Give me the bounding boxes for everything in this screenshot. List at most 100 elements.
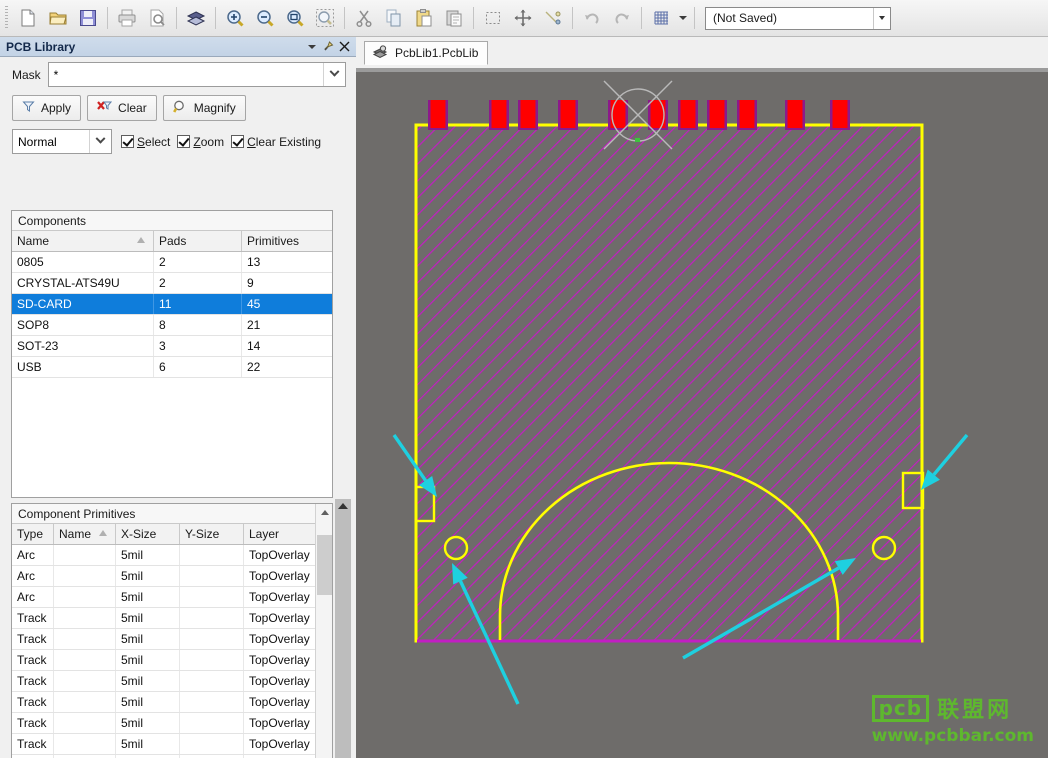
cell-xsize: 5mil: [116, 671, 180, 691]
panel-title-bar: PCB Library: [0, 37, 356, 57]
panel-pin-icon[interactable]: [320, 39, 336, 55]
panel-menu-icon[interactable]: [304, 39, 320, 55]
table-row[interactable]: Track 5mil TopOverlay: [12, 629, 317, 650]
zoom-fit-icon[interactable]: [280, 3, 310, 33]
magnify-button[interactable]: Magnify: [162, 95, 246, 121]
cell-pads: 2: [154, 273, 242, 293]
column-header-prim-name[interactable]: Name: [54, 524, 116, 544]
column-header-xsize-label: X-Size: [121, 527, 157, 541]
mask-input[interactable]: *: [47, 62, 346, 87]
cell-type: Arc: [12, 545, 54, 565]
scrollbar-thumb[interactable]: [317, 535, 332, 595]
table-row[interactable]: USB 6 22: [12, 357, 332, 378]
pad[interactable]: [518, 100, 538, 130]
zoom-checkbox-box[interactable]: [177, 135, 191, 148]
cell-ysize: [180, 566, 244, 586]
toolbar-drag-grip[interactable]: [3, 6, 10, 30]
pad[interactable]: [428, 100, 448, 130]
pcb-canvas[interactable]: pcb 联盟网 www.pcbbar.com: [356, 72, 1048, 758]
grid-dropdown-arrow[interactable]: [676, 3, 690, 33]
cut-icon[interactable]: [349, 3, 379, 33]
table-row[interactable]: CRYSTAL-ATS49U 2 9: [12, 273, 332, 294]
column-header-primitives[interactable]: Primitives: [242, 231, 332, 251]
table-row[interactable]: Track 5mil TopOverlay: [12, 650, 317, 671]
table-row[interactable]: Track 5mil TopOverlay: [12, 713, 317, 734]
save-icon[interactable]: [73, 3, 103, 33]
clear-button[interactable]: Clear: [87, 95, 157, 121]
select-area-icon[interactable]: [478, 3, 508, 33]
pad[interactable]: [785, 100, 805, 130]
clear-existing-checkbox[interactable]: Clear Existing: [231, 135, 321, 149]
new-document-icon[interactable]: [13, 3, 43, 33]
cell-xsize: 5mil: [116, 734, 180, 754]
zoom-out-icon[interactable]: [250, 3, 280, 33]
document-selector-arrow[interactable]: [873, 7, 890, 29]
zoom-in-icon[interactable]: [220, 3, 250, 33]
table-row[interactable]: Track 5mil TopOverlay: [12, 692, 317, 713]
panel-close-icon[interactable]: [336, 39, 352, 55]
move-icon[interactable]: [508, 3, 538, 33]
table-row[interactable]: Arc 5mil TopOverlay: [12, 545, 317, 566]
magnify-button-label: Magnify: [193, 101, 236, 115]
primitives-scrollbar[interactable]: [315, 504, 332, 758]
pad[interactable]: [678, 100, 698, 130]
paste-icon[interactable]: [409, 3, 439, 33]
undo-icon[interactable]: [577, 3, 607, 33]
table-row[interactable]: SD-CARD 11 45: [12, 294, 332, 315]
panel-scroll-up-icon[interactable]: [335, 499, 351, 513]
clear-existing-checkbox-box[interactable]: [231, 135, 245, 148]
cell-name: SOP8: [12, 315, 154, 335]
table-row[interactable]: SOT-23 3 14: [12, 336, 332, 357]
apply-button[interactable]: Apply: [12, 95, 82, 121]
column-header-layer[interactable]: Layer: [244, 524, 317, 544]
layers-icon[interactable]: [181, 3, 211, 33]
select-checkbox[interactable]: Select: [121, 135, 170, 149]
select-checkbox-box[interactable]: [121, 135, 134, 148]
table-row[interactable]: Arc 5mil TopOverlay: [12, 587, 317, 608]
zoom-area-icon[interactable]: [310, 3, 340, 33]
column-header-ysize[interactable]: Y-Size: [180, 524, 244, 544]
cell-xsize: 5mil: [116, 566, 180, 586]
pad[interactable]: [608, 100, 628, 130]
cell-name: SOT-23: [12, 336, 154, 356]
pad[interactable]: [489, 100, 509, 130]
cell-xsize: 5mil: [116, 692, 180, 712]
mask-dropdown-arrow[interactable]: [323, 63, 345, 86]
pad[interactable]: [558, 100, 578, 130]
tab-pcblib1[interactable]: PcbLib1.PcbLib: [364, 41, 489, 65]
pad[interactable]: [737, 100, 757, 130]
pad[interactable]: [830, 100, 850, 130]
mode-select[interactable]: Normal: [12, 129, 112, 154]
column-header-type[interactable]: Type: [12, 524, 54, 544]
pad[interactable]: [707, 100, 727, 130]
deselect-icon[interactable]: [538, 3, 568, 33]
scroll-up-icon[interactable]: [316, 504, 332, 521]
cell-ysize: [180, 545, 244, 565]
table-row[interactable]: Track 5mil TopOverlay: [12, 608, 317, 629]
watermark-logo: pcb: [871, 694, 930, 722]
toolbar-separator: [641, 7, 642, 29]
paste-special-icon[interactable]: [439, 3, 469, 33]
print-preview-icon[interactable]: [142, 3, 172, 33]
toolbar-separator: [176, 7, 177, 29]
table-row[interactable]: 0805 2 13: [12, 252, 332, 273]
table-row[interactable]: SOP8 8 21: [12, 315, 332, 336]
mode-select-arrow[interactable]: [89, 130, 111, 153]
column-header-name[interactable]: Name: [12, 231, 154, 251]
table-row[interactable]: Track 5mil TopOverlay: [12, 671, 317, 692]
print-icon[interactable]: [112, 3, 142, 33]
table-row[interactable]: Arc 5mil TopOverlay: [12, 566, 317, 587]
cell-name: [54, 671, 116, 691]
pad[interactable]: [648, 100, 668, 130]
document-selector[interactable]: (Not Saved): [705, 6, 891, 30]
clear-existing-checkbox-label: Clear Existing: [247, 134, 322, 149]
panel-scrollbar[interactable]: [335, 499, 351, 758]
table-row[interactable]: Track 5mil TopOverlay: [12, 734, 317, 755]
column-header-pads[interactable]: Pads: [154, 231, 242, 251]
grid-icon[interactable]: [646, 3, 676, 33]
open-folder-icon[interactable]: [43, 3, 73, 33]
zoom-checkbox[interactable]: Zoom: [177, 135, 224, 149]
column-header-xsize[interactable]: X-Size: [116, 524, 180, 544]
redo-icon[interactable]: [607, 3, 637, 33]
copy-icon[interactable]: [379, 3, 409, 33]
